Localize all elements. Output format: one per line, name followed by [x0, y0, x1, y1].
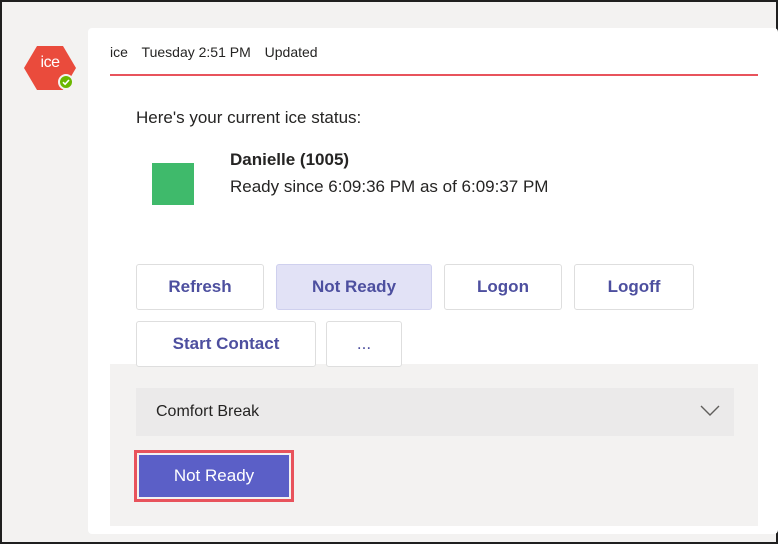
card-body: Here's your current ice status: Danielle…: [110, 76, 758, 367]
chat-message: ice Tuesday 2:51 PM Updated Here's your …: [88, 28, 778, 534]
message-timestamp: Tuesday 2:51 PM: [141, 44, 251, 60]
not-ready-button[interactable]: Not Ready: [276, 264, 432, 310]
avatar-label: ice: [40, 54, 60, 71]
logoff-button[interactable]: Logoff: [574, 264, 694, 310]
submit-highlight: Not Ready: [134, 450, 294, 502]
more-options-button[interactable]: ...: [326, 321, 402, 367]
presence-available-icon: [58, 74, 74, 90]
bot-avatar[interactable]: ice: [24, 44, 76, 92]
start-contact-button[interactable]: Start Contact: [136, 321, 316, 367]
agent-name: Danielle (1005): [230, 150, 350, 169]
logon-button[interactable]: Logon: [444, 264, 562, 310]
submit-not-ready-button[interactable]: Not Ready: [139, 455, 289, 497]
edited-label: Updated: [264, 44, 318, 60]
reason-select-value: Comfort Break: [156, 403, 260, 420]
card-intro-text: Here's your current ice status:: [136, 108, 362, 127]
status-indicator: [152, 163, 194, 205]
reason-select[interactable]: Comfort Break: [136, 388, 734, 436]
message-header: ice Tuesday 2:51 PM Updated: [110, 44, 328, 60]
sender-name: ice: [110, 44, 128, 60]
agent-status-text: Ready since 6:09:36 PM as of 6:09:37 PM: [230, 177, 549, 196]
chevron-down-icon: [700, 405, 720, 416]
adaptive-card: Here's your current ice status: Danielle…: [110, 74, 758, 526]
refresh-button[interactable]: Refresh: [136, 264, 264, 310]
